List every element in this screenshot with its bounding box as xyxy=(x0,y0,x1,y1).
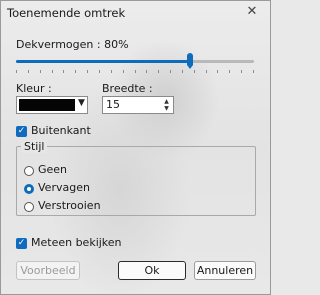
opacity-slider-ticks xyxy=(16,70,254,74)
opacity-label: Dekvermogen : 80% xyxy=(16,38,129,51)
opacity-slider-thumb[interactable] xyxy=(187,53,193,69)
slider-tick xyxy=(217,70,218,73)
slider-tick xyxy=(135,70,136,73)
radio-geen[interactable] xyxy=(24,166,34,176)
radio-vervagen[interactable] xyxy=(24,184,34,194)
spin-up-icon[interactable]: ▲ xyxy=(161,98,172,105)
ok-button[interactable]: Ok xyxy=(118,261,186,280)
spin-down-icon[interactable]: ▼ xyxy=(161,105,172,112)
slider-tick xyxy=(16,70,17,73)
slider-tick xyxy=(40,70,41,73)
outside-checkbox[interactable]: ✓ xyxy=(16,126,27,137)
cancel-button[interactable]: Annuleren xyxy=(194,261,256,280)
slider-tick xyxy=(111,70,112,73)
slider-tick xyxy=(170,70,171,73)
opacity-slider[interactable] xyxy=(16,60,254,63)
slider-tick xyxy=(52,70,53,73)
width-label: Breedte : xyxy=(102,82,153,95)
close-button[interactable]: ✕ xyxy=(240,2,264,22)
radio-verstrooien-label[interactable]: Verstrooien xyxy=(38,199,101,212)
slider-tick xyxy=(253,70,254,73)
slider-tick xyxy=(206,70,207,73)
slider-tick xyxy=(229,70,230,73)
color-label: Kleur : xyxy=(16,82,52,95)
preview-button[interactable]: Voorbeeld xyxy=(16,261,80,280)
outside-label[interactable]: Buitenkant xyxy=(31,124,91,137)
radio-vervagen-label[interactable]: Vervagen xyxy=(38,181,90,194)
width-input[interactable]: 15 xyxy=(106,98,120,111)
slider-tick xyxy=(63,70,64,73)
slider-tick xyxy=(28,70,29,73)
slider-tick xyxy=(182,70,183,73)
dialog-title: Toenemende omtrek xyxy=(7,6,126,20)
style-group-label: Stijl xyxy=(21,140,48,153)
radio-verstrooien[interactable] xyxy=(24,202,34,212)
color-swatch xyxy=(19,99,75,111)
slider-tick xyxy=(123,70,124,73)
slider-tick xyxy=(146,70,147,73)
slider-tick xyxy=(87,70,88,73)
slider-tick xyxy=(99,70,100,73)
preview-label[interactable]: Meteen bekijken xyxy=(31,236,122,249)
preview-checkbox[interactable]: ✓ xyxy=(16,238,27,249)
color-picker[interactable]: ▼ xyxy=(16,96,88,114)
opacity-slider-fill xyxy=(16,60,190,63)
slider-tick xyxy=(158,70,159,73)
chevron-down-icon: ▼ xyxy=(78,98,85,108)
slider-tick xyxy=(241,70,242,73)
radio-geen-label[interactable]: Geen xyxy=(38,163,67,176)
width-spinner[interactable]: 15 ▲ ▼ xyxy=(102,96,174,114)
slider-tick xyxy=(75,70,76,73)
slider-tick xyxy=(194,70,195,73)
